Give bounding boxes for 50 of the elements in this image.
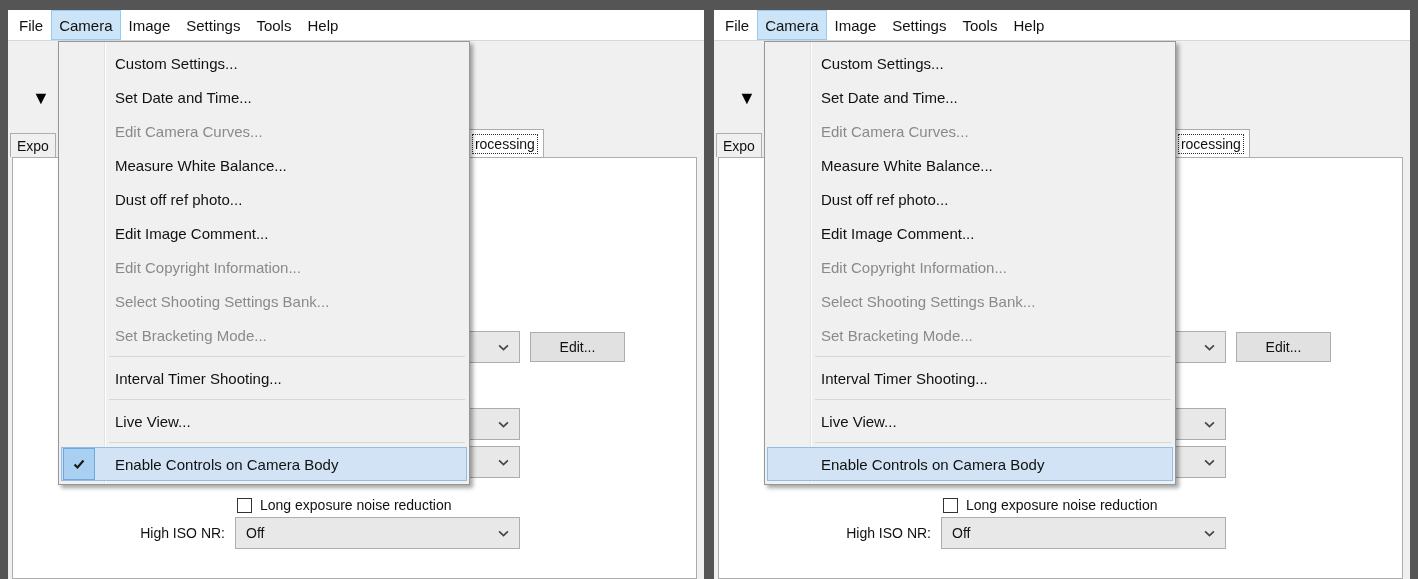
field-label: High ISO NR: — [845, 525, 932, 541]
chevron-icon — [1204, 343, 1215, 351]
menu-bar-item[interactable]: Help — [299, 10, 347, 40]
menu-item[interactable]: Enable Controls on Camera Body — [767, 447, 1173, 481]
menu-bar-item[interactable]: Image — [120, 10, 179, 40]
menu-item[interactable]: Measure White Balance... — [767, 148, 1173, 182]
menu-bar-item[interactable]: File — [11, 10, 52, 40]
menu-item[interactable]: Live View... — [767, 404, 1173, 438]
edit-button[interactable]: Edit... — [1236, 332, 1331, 362]
menu-item[interactable]: Live View... — [61, 404, 467, 438]
edit-button[interactable]: Edit... — [530, 332, 625, 362]
checkbox-label: Long exposure noise reduction — [260, 497, 452, 513]
chevron-icon — [498, 458, 509, 466]
menu-item[interactable]: Interval Timer Shooting... — [767, 361, 1173, 395]
checkbox-label: Long exposure noise reduction — [966, 497, 1158, 513]
menu-bar-item[interactable]: Tools — [248, 10, 300, 40]
menu-bar-item[interactable]: File — [717, 10, 758, 40]
menu-item[interactable]: Dust off ref photo... — [61, 182, 467, 216]
menu-bar-item[interactable]: Image — [826, 10, 885, 40]
menu-bar-item[interactable]: Camera — [757, 10, 827, 40]
field-label: High ISO NR: — [139, 525, 226, 541]
menu-item[interactable]: Set Date and Time... — [767, 80, 1173, 114]
collapse-toggle[interactable]: ▼ — [738, 89, 756, 107]
menu-item[interactable]: Edit Image Comment... — [61, 216, 467, 250]
menu-item[interactable]: Dust off ref photo... — [767, 182, 1173, 216]
menu-bar-item[interactable]: Tools — [954, 10, 1006, 40]
chevron-icon — [1204, 458, 1215, 466]
menu-bar-item[interactable]: Settings — [884, 10, 955, 40]
collapse-toggle[interactable]: ▼ — [32, 89, 50, 107]
chevron-icon — [1204, 529, 1215, 537]
checkbox[interactable] — [943, 497, 958, 513]
tab[interactable]: Expo — [716, 133, 762, 157]
menu-item[interactable]: Interval Timer Shooting... — [61, 361, 467, 395]
chevron-icon — [498, 529, 509, 537]
menu-item[interactable]: Edit Image Comment... — [767, 216, 1173, 250]
menu-item[interactable]: Set Date and Time... — [61, 80, 467, 114]
dropdown[interactable]: Off — [941, 517, 1226, 549]
menu-item[interactable]: Custom Settings... — [61, 46, 467, 80]
dropdown[interactable]: Off — [235, 517, 520, 549]
chevron-icon — [498, 343, 509, 351]
tab[interactable]: Expo — [10, 133, 56, 157]
checkbox[interactable] — [237, 497, 252, 513]
menu-item[interactable]: Enable Controls on Camera Body — [61, 447, 467, 481]
menu-bar-item[interactable]: Help — [1005, 10, 1053, 40]
chevron-icon — [498, 420, 509, 428]
menu-item[interactable]: Measure White Balance... — [61, 148, 467, 182]
menu-bar-item[interactable]: Settings — [178, 10, 249, 40]
chevron-icon — [1204, 420, 1215, 428]
menu-item[interactable]: Custom Settings... — [767, 46, 1173, 80]
menu-bar-item[interactable]: Camera — [51, 10, 121, 40]
